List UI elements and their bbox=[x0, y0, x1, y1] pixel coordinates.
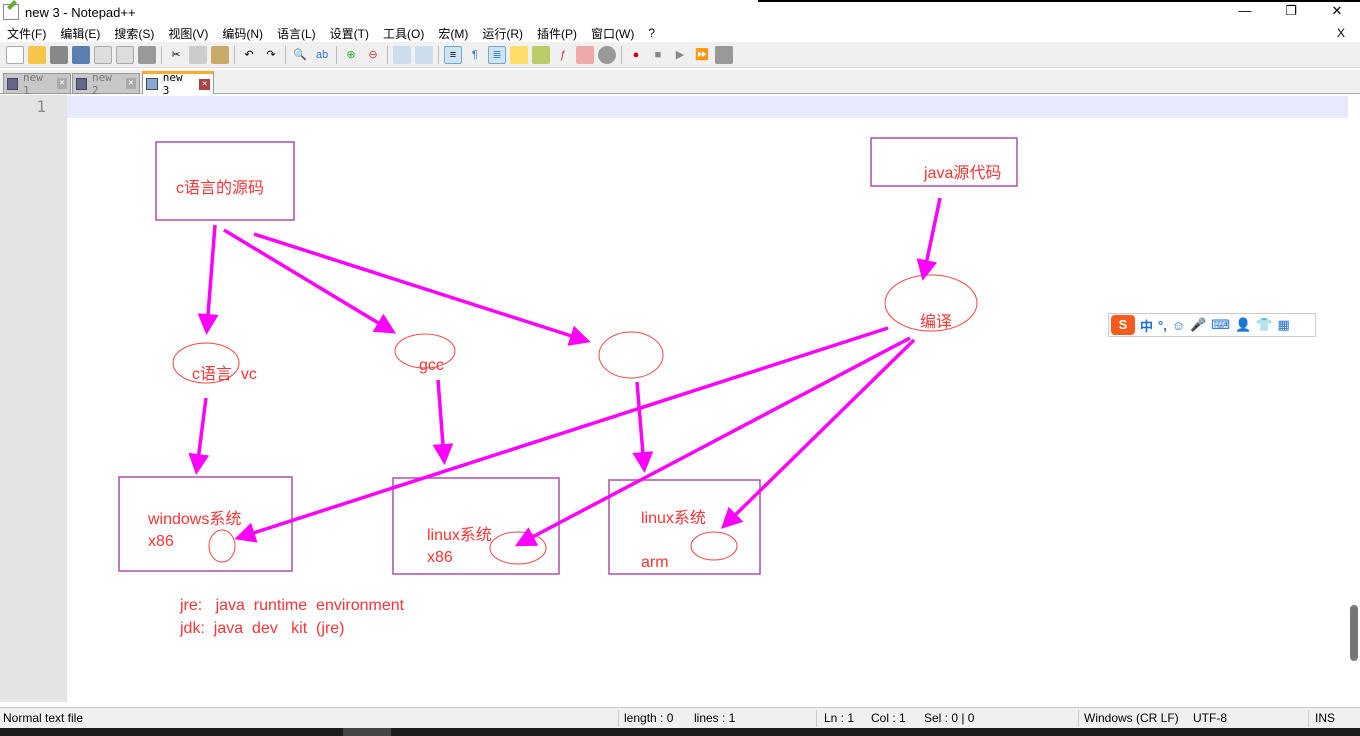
jre-note: jre: java runtime environment bbox=[179, 597, 405, 614]
divider bbox=[1308, 710, 1309, 727]
arrow bbox=[223, 228, 396, 334]
insert-mode[interactable]: INS bbox=[1315, 711, 1335, 725]
taskbar-item[interactable] bbox=[343, 728, 391, 736]
c-vc-label: c语言 vc bbox=[192, 365, 257, 383]
cursor-col: Col : 1 bbox=[871, 711, 906, 725]
compile-label: 编译 bbox=[920, 313, 952, 331]
diagram-overlay: c语言的源码 java源代码 编译 c语言 vc gcc windows系统 x… bbox=[118, 137, 1018, 637]
arrow bbox=[253, 232, 591, 346]
file-type: Normal text file bbox=[3, 711, 84, 725]
arrow bbox=[432, 379, 454, 465]
taskbar bbox=[0, 728, 1360, 736]
cursor-line: Ln : 1 bbox=[824, 711, 855, 725]
arrow bbox=[234, 326, 889, 543]
linux-x86-jvm-ellipse bbox=[489, 531, 547, 565]
divider bbox=[618, 710, 619, 727]
arrow bbox=[188, 397, 210, 475]
gcc-label: gcc bbox=[419, 357, 444, 374]
c-source-label: c语言的源码 bbox=[176, 179, 264, 197]
linux-os-label: linux系统 bbox=[641, 509, 706, 527]
divider bbox=[816, 710, 817, 727]
arrow bbox=[916, 197, 942, 281]
user-icon[interactable]: 👤 bbox=[1235, 317, 1251, 333]
toolbox-grid-icon[interactable]: ▦ bbox=[1277, 317, 1289, 333]
selection: Sel : 0 | 0 bbox=[924, 711, 975, 725]
windows-os-label: windows系统 bbox=[147, 510, 241, 528]
arrow bbox=[632, 381, 654, 473]
linux-os-label: linux系统 bbox=[427, 526, 492, 544]
arrow bbox=[197, 224, 219, 335]
ime-punct-toggle[interactable]: °, bbox=[1158, 318, 1167, 333]
jdk-note: jdk: java dev kit (jre) bbox=[179, 620, 345, 637]
linux-arm-jvm-ellipse bbox=[690, 531, 738, 561]
arrow bbox=[720, 338, 916, 529]
encoding[interactable]: UTF-8 bbox=[1193, 711, 1227, 725]
status-bar: Normal text file length : 0 lines : 1 Ln… bbox=[0, 707, 1360, 728]
windows-arch-label: x86 bbox=[148, 533, 174, 550]
skin-shirt-icon[interactable]: 👕 bbox=[1256, 317, 1272, 333]
arrow bbox=[514, 336, 911, 547]
windows-jvm-ellipse bbox=[208, 529, 236, 563]
lines: lines : 1 bbox=[694, 711, 736, 725]
linux-arch-label: x86 bbox=[427, 549, 453, 566]
emoji-icon[interactable]: ☺ bbox=[1172, 318, 1185, 333]
linux-arm-box bbox=[608, 479, 761, 575]
linux-x86-box bbox=[392, 477, 560, 575]
linux-arch-label: arm bbox=[641, 554, 669, 571]
length: length : 0 bbox=[624, 711, 674, 725]
java-source-label: java源代码 bbox=[923, 164, 1001, 182]
ime-toolbar: S 中 °, ☺ 🎤 ⌨ 👤 👕 ▦ bbox=[1108, 313, 1316, 337]
microphone-icon[interactable]: 🎤 bbox=[1190, 317, 1206, 333]
sogou-logo-icon[interactable]: S bbox=[1111, 315, 1135, 335]
empty-compiler-ellipse bbox=[598, 331, 664, 379]
ime-mode-toggle[interactable]: 中 bbox=[1140, 316, 1153, 335]
eol-format[interactable]: Windows (CR LF) bbox=[1084, 711, 1179, 725]
divider bbox=[1078, 710, 1079, 727]
keyboard-icon[interactable]: ⌨ bbox=[1211, 317, 1230, 333]
